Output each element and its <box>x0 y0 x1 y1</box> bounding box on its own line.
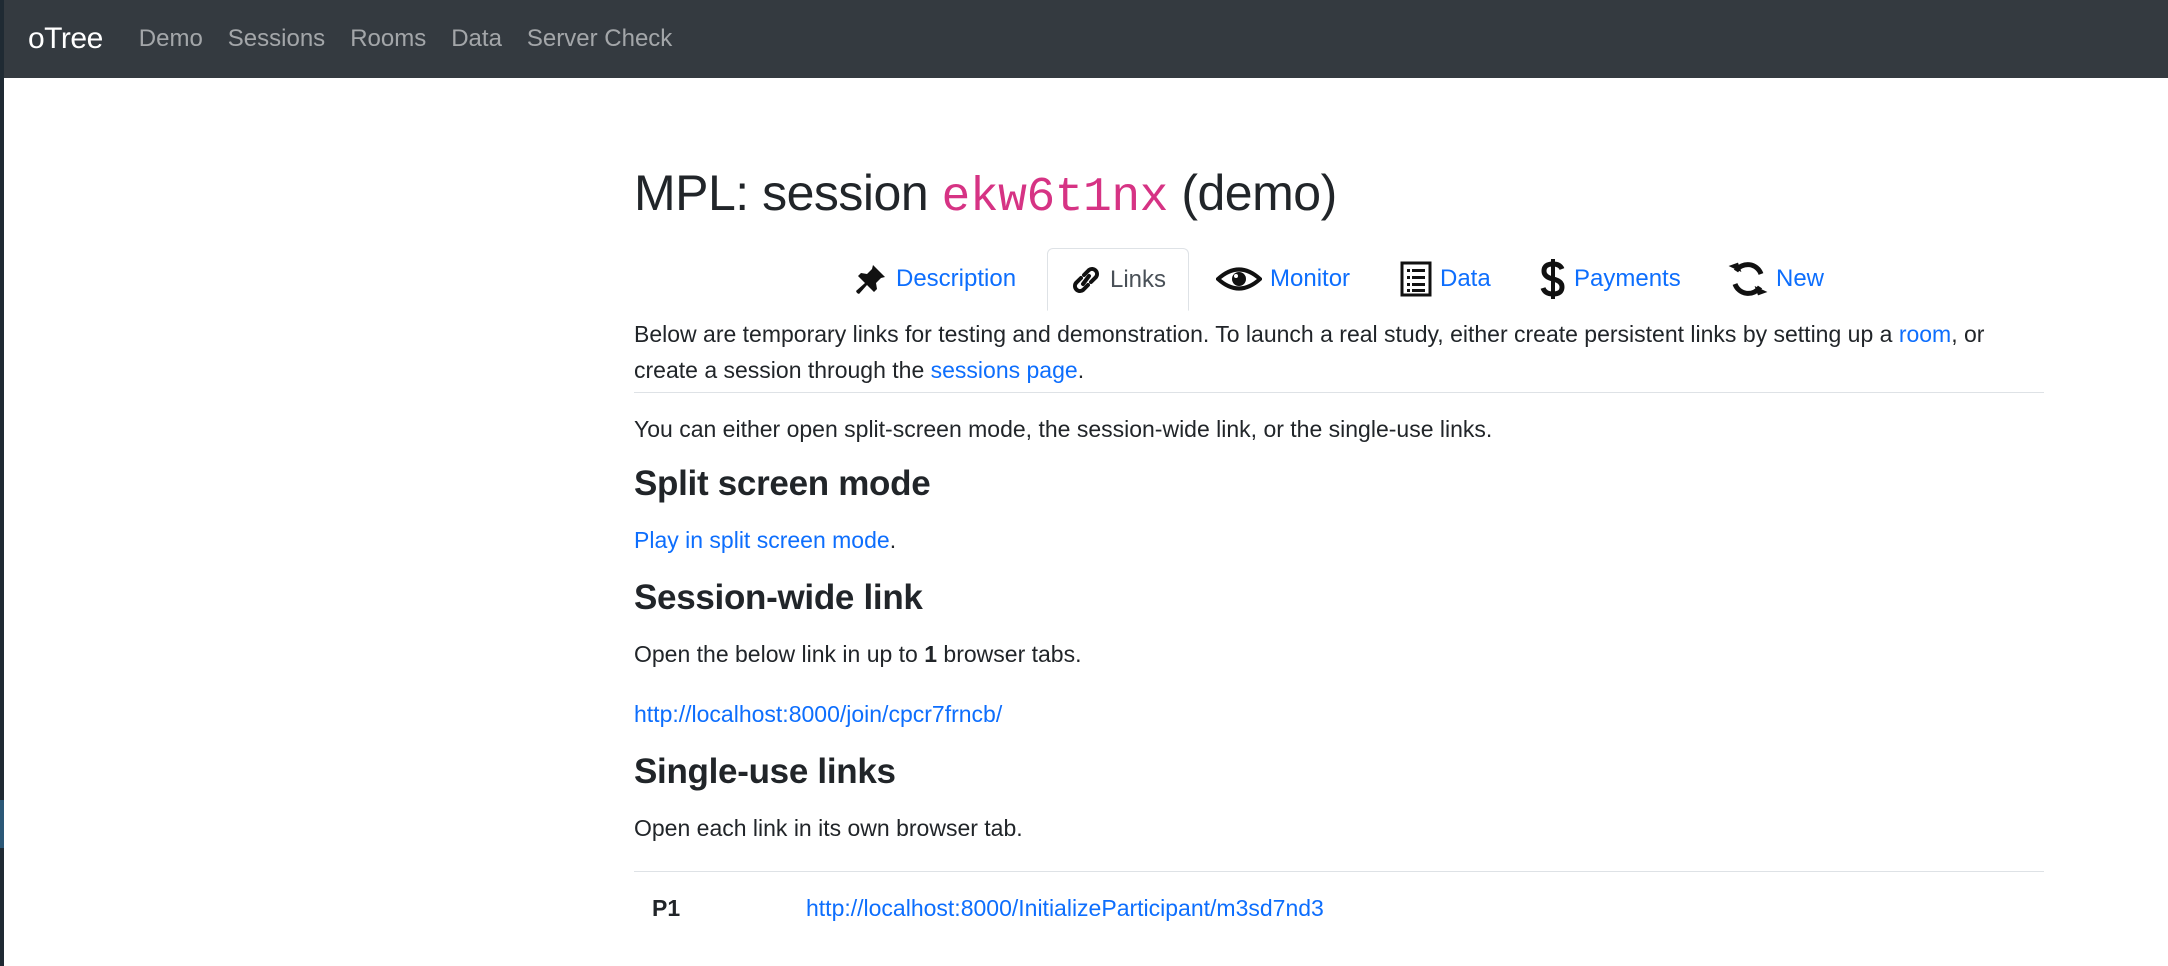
tab-monitor[interactable]: Monitor <box>1216 248 1350 310</box>
participant-link-cell: http://localhost:8000/InitializeParticip… <box>806 872 2044 945</box>
tab-payments[interactable]: Payments <box>1540 248 1681 310</box>
session-wide-text-before: Open the below link in up to <box>634 641 925 667</box>
nav-demo[interactable]: Demo <box>139 25 203 53</box>
list-icon <box>1400 261 1432 297</box>
nav-sessions[interactable]: Sessions <box>228 25 325 53</box>
room-link[interactable]: room <box>1899 321 1951 347</box>
session-code: ekw6t1nx <box>941 171 1169 225</box>
session-wide-heading: Session-wide link <box>634 578 923 617</box>
top-navbar: oTree Demo Sessions Rooms Data Server Ch… <box>4 0 2168 78</box>
table-row: P1 http://localhost:8000/InitializeParti… <box>634 872 2044 945</box>
tab-count: 1 <box>924 641 938 667</box>
single-use-text: Open each link in its own browser tab. <box>634 815 1023 841</box>
session-wide-url-link[interactable]: http://localhost:8000/join/cpcr7frncb/ <box>634 701 1002 727</box>
tab-label-data: Data <box>1440 265 1491 292</box>
brand-logo[interactable]: oTree <box>28 22 103 56</box>
split-screen-link[interactable]: Play in split screen mode <box>634 527 890 553</box>
title-suffix: (demo) <box>1167 165 1337 221</box>
options-text: You can either open split-screen mode, t… <box>634 416 1493 442</box>
nav-data[interactable]: Data <box>451 25 502 53</box>
refresh-icon <box>1728 262 1768 296</box>
pin-icon <box>856 265 885 294</box>
tab-links[interactable]: Links <box>1047 248 1190 311</box>
tab-label-payments: Payments <box>1574 265 1681 292</box>
split-screen-paragraph: Play in split screen mode. <box>634 522 896 558</box>
nav-rooms[interactable]: Rooms <box>350 25 426 53</box>
left-window-edge <box>0 0 4 966</box>
session-wide-url-paragraph: http://localhost:8000/join/cpcr7frncb/ <box>634 696 1002 732</box>
sessions-page-link[interactable]: sessions page <box>931 357 1078 383</box>
single-use-links-table: P1 http://localhost:8000/InitializeParti… <box>634 871 2044 944</box>
tab-data[interactable]: Data <box>1400 248 1491 310</box>
session-wide-text-after: browser tabs. <box>937 641 1082 667</box>
intro-text-1: Below are temporary links for testing an… <box>634 321 1899 347</box>
tab-label-new: New <box>1776 265 1825 292</box>
nav-server-check[interactable]: Server Check <box>527 25 672 53</box>
participant-label: P1 <box>652 895 681 921</box>
link-icon <box>1073 266 1099 293</box>
tab-label-links: Links <box>1110 265 1167 293</box>
dollar-icon <box>1540 259 1565 299</box>
participant-link[interactable]: http://localhost:8000/InitializeParticip… <box>806 895 1324 921</box>
single-use-heading: Single-use links <box>634 752 896 791</box>
tab-description[interactable]: Description <box>854 248 1016 310</box>
session-wide-text: Open the below link in up to 1 browser t… <box>634 636 1082 672</box>
edge-accent <box>0 800 4 848</box>
title-prefix: MPL: session <box>634 165 942 221</box>
page-title: MPL: session ekw6t1nx (demo) <box>634 164 1337 225</box>
intro-paragraph: Below are temporary links for testing an… <box>634 316 2044 388</box>
intro-text-3: . <box>1077 357 1085 383</box>
tab-new[interactable]: New <box>1728 248 1824 310</box>
split-screen-suffix: . <box>889 527 897 553</box>
eye-icon <box>1216 267 1262 291</box>
tab-label-description: Description <box>896 265 1017 292</box>
tab-label-monitor: Monitor <box>1270 265 1351 292</box>
split-screen-heading: Split screen mode <box>634 464 931 503</box>
